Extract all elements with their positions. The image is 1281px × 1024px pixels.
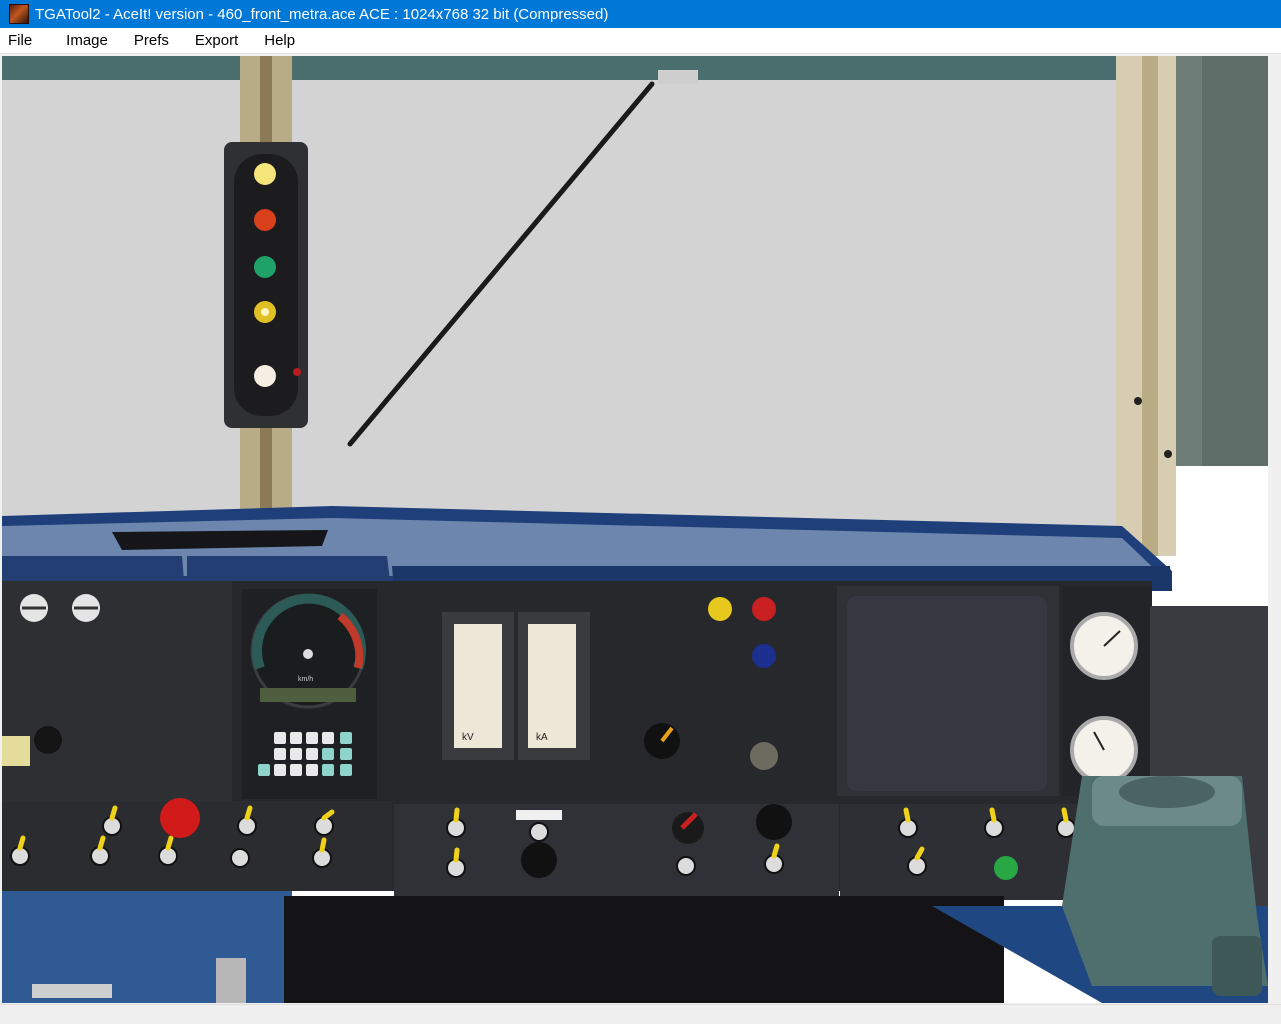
title-bar: TGATool2 - AceIt! version - 460_front_me…	[0, 0, 1281, 28]
ka-gauge	[528, 624, 576, 748]
image-canvas[interactable]: km/h kV kA	[2, 56, 1268, 1003]
footwell	[284, 896, 1004, 1003]
window-title: TGATool2 - AceIt! version - 460_front_me…	[35, 5, 609, 23]
status-bar	[0, 1004, 1281, 1024]
signal-green-light	[254, 256, 276, 278]
app-icon	[9, 4, 29, 24]
lamp-blue	[752, 644, 776, 668]
menu-export[interactable]: Export	[187, 28, 250, 54]
menu-file[interactable]: File	[0, 28, 44, 54]
window-glass	[2, 78, 1122, 548]
menu-bar: File Image Prefs Export Help	[0, 28, 1281, 54]
cab-texture-image: km/h kV kA	[2, 56, 1268, 1003]
lamp-red	[752, 597, 776, 621]
signal-yellow-light	[254, 163, 276, 185]
kv-gauge-label: kV	[462, 732, 474, 743]
menu-prefs[interactable]: Prefs	[126, 28, 181, 54]
lamp-yellow	[708, 597, 732, 621]
emergency-stop-button	[160, 798, 200, 838]
switch-panel-right	[840, 804, 1100, 900]
signal-white-light	[254, 365, 276, 387]
menu-image[interactable]: Image	[58, 28, 120, 54]
window-frame-top	[2, 56, 1127, 80]
ka-gauge-label: kA	[536, 732, 548, 743]
kv-gauge	[454, 624, 502, 748]
speed-unit-label: km/h	[298, 676, 313, 683]
speed-display	[260, 688, 356, 702]
display-screen	[847, 596, 1047, 791]
signal-red-light	[254, 209, 276, 231]
menu-help[interactable]: Help	[256, 28, 307, 54]
key-switch	[750, 742, 778, 770]
green-button	[994, 856, 1018, 880]
